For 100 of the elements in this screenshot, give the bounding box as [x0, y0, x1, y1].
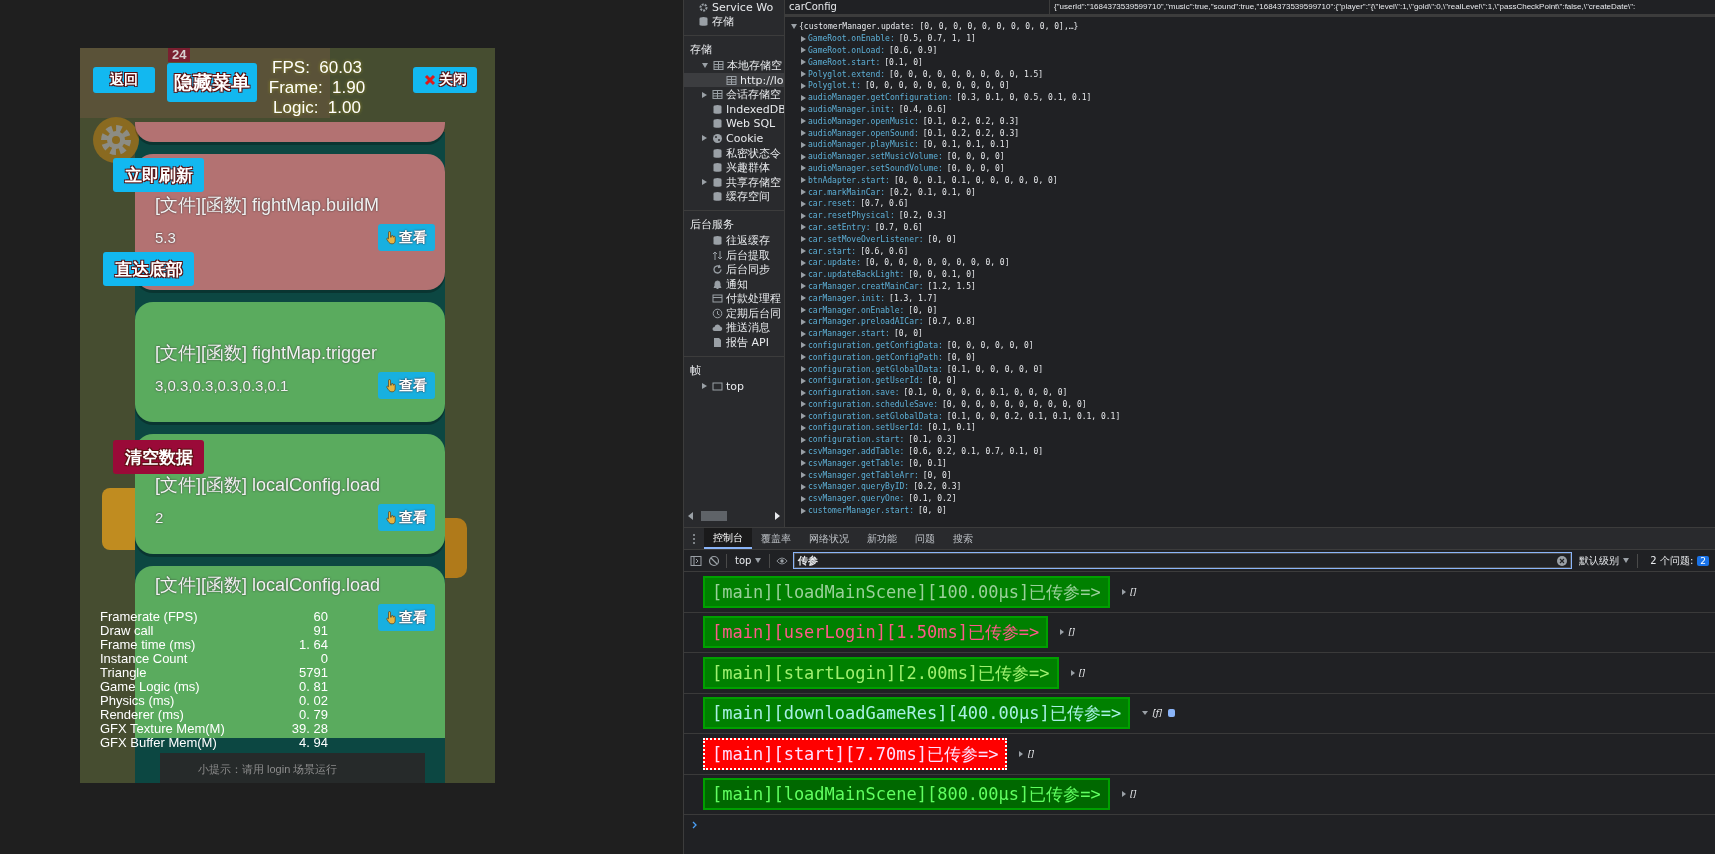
filter-field[interactable]: 传参 — [794, 553, 1572, 568]
expand-arrow-icon[interactable] — [801, 472, 806, 479]
sidebar-item[interactable]: 本地存储空 — [684, 58, 784, 73]
clear-console-icon[interactable] — [708, 554, 720, 567]
expand-arrow-icon[interactable] — [801, 342, 806, 349]
expand-arrow-icon[interactable] — [801, 189, 806, 196]
sidebar-item[interactable]: 私密状态令 — [684, 145, 784, 161]
sidebar-item[interactable]: 后台提取 — [684, 247, 784, 263]
expand-arrow-icon[interactable] — [801, 389, 806, 396]
expand-arrow-icon[interactable] — [801, 82, 806, 89]
expand-arrow-icon[interactable] — [801, 307, 806, 313]
expand-arrow-icon[interactable] — [801, 436, 806, 443]
expand-arrow-icon[interactable] — [801, 212, 806, 219]
perf-readout: Logic: 1.00 — [273, 98, 361, 118]
expand-arrow-icon[interactable] — [702, 63, 708, 68]
expand-arrow-icon[interactable] — [801, 366, 806, 372]
sidebar-item[interactable]: 兴趣群体 — [684, 160, 784, 175]
array-preview[interactable]: [] — [1027, 748, 1035, 759]
info-icon[interactable] — [1168, 709, 1176, 718]
expand-arrow-icon[interactable] — [801, 177, 806, 184]
expand-arrow-icon[interactable] — [801, 318, 806, 325]
drawer-tab[interactable]: 搜索 — [944, 528, 982, 549]
array-preview[interactable]: [] — [1078, 667, 1086, 678]
sidebar-item[interactable]: 报告 API — [684, 335, 784, 350]
drawer-tab[interactable]: 网络状况 — [800, 528, 858, 549]
expand-arrow-icon[interactable] — [702, 91, 707, 98]
expand-arrow-icon[interactable] — [801, 295, 806, 302]
expand-arrow-icon[interactable] — [801, 460, 806, 467]
drawer-tab[interactable]: 问题 — [906, 528, 944, 549]
expand-arrow-icon[interactable] — [801, 271, 806, 278]
expand-arrow-icon[interactable] — [1070, 669, 1075, 676]
expand-arrow-icon[interactable] — [801, 47, 806, 54]
expand-arrow-icon[interactable] — [801, 259, 806, 266]
sidebar-item[interactable]: 推送消息 — [684, 320, 784, 336]
prompt-chevron-icon[interactable] — [692, 821, 698, 829]
expand-arrow-icon[interactable] — [801, 425, 806, 431]
sidebar-item[interactable]: Web SQL — [684, 116, 784, 132]
expand-arrow-icon[interactable] — [702, 179, 707, 186]
expand-arrow-icon[interactable] — [801, 165, 806, 172]
expand-arrow-icon[interactable] — [1142, 711, 1149, 716]
array-preview[interactable]: [] — [1129, 789, 1137, 800]
expand-arrow-icon[interactable] — [801, 483, 806, 490]
expand-arrow-icon[interactable] — [801, 35, 806, 42]
expand-arrow-icon[interactable] — [801, 283, 806, 290]
sidebar-item[interactable]: Cookie — [684, 131, 784, 146]
expand-arrow-icon[interactable] — [1060, 629, 1065, 636]
drawer-tab[interactable]: 新功能 — [858, 528, 906, 549]
expand-arrow-icon[interactable] — [1121, 791, 1126, 798]
sidebar-item[interactable]: 缓存空间 — [684, 189, 784, 205]
expand-arrow-icon[interactable] — [801, 248, 806, 255]
expand-arrow-icon[interactable] — [801, 448, 806, 455]
expand-arrow-icon[interactable] — [702, 383, 707, 390]
context-dropdown[interactable]: top — [733, 555, 764, 566]
issues-button[interactable]: 2 个问题: 2 — [1644, 552, 1715, 569]
expand-arrow-icon[interactable] — [801, 507, 806, 514]
sidebar-item[interactable]: http://lo — [684, 72, 784, 88]
expand-arrow-icon[interactable] — [801, 377, 806, 384]
gear-icon[interactable] — [93, 117, 139, 163]
expand-arrow-icon[interactable] — [801, 71, 806, 78]
expand-arrow-icon[interactable] — [801, 94, 806, 101]
log-level-dropdown[interactable]: 默认级别 — [1577, 553, 1632, 568]
sidebar-item[interactable]: Service Wo — [684, 0, 784, 15]
sidebar-item[interactable]: 存储 — [684, 14, 784, 30]
expand-arrow-icon[interactable] — [801, 401, 806, 408]
expand-arrow-icon[interactable] — [1019, 750, 1024, 757]
expand-arrow-icon[interactable] — [801, 200, 806, 207]
property-key: car.resetPhysical: — [808, 211, 895, 221]
sidebar-item[interactable]: top — [684, 378, 784, 394]
sidebar-item[interactable]: 付款处理程 — [684, 291, 784, 307]
expand-arrow-icon[interactable] — [801, 118, 806, 125]
array-preview[interactable]: [] — [1129, 586, 1137, 597]
expand-arrow-icon[interactable] — [801, 413, 806, 420]
expand-arrow-icon[interactable] — [1121, 588, 1126, 595]
expand-arrow-icon[interactable] — [801, 495, 806, 502]
expand-arrow-icon[interactable] — [801, 130, 806, 137]
sidebar-toggle-icon[interactable] — [690, 554, 702, 567]
sidebar-item[interactable]: 共享存储空 — [684, 174, 784, 190]
array-preview[interactable]: [] — [1068, 627, 1076, 638]
expand-arrow-icon[interactable] — [702, 135, 707, 142]
expand-arrow-icon[interactable] — [801, 59, 806, 66]
sidebar-item[interactable]: 通知 — [684, 276, 784, 292]
clear-icon[interactable] — [1557, 555, 1568, 566]
expand-arrow-icon[interactable] — [791, 24, 797, 30]
drawer-tab[interactable]: 覆盖率 — [752, 528, 800, 549]
sidebar-item[interactable]: 会话存储空 — [684, 87, 784, 102]
more-options-icon[interactable] — [692, 532, 696, 545]
expand-arrow-icon[interactable] — [801, 106, 806, 113]
action-button[interactable]: 清空数据 — [113, 440, 204, 474]
expand-arrow-icon[interactable] — [801, 354, 806, 361]
expand-arrow-icon[interactable] — [801, 224, 806, 231]
sidebar-item[interactable]: 后台同步 — [684, 262, 784, 277]
expand-arrow-icon[interactable] — [801, 330, 806, 337]
sidebar-item[interactable]: 往返缓存 — [684, 233, 784, 248]
expand-arrow-icon[interactable] — [801, 141, 806, 148]
array-preview[interactable]: [ƒ] — [1152, 708, 1163, 719]
eye-icon[interactable] — [776, 554, 789, 567]
expand-arrow-icon[interactable] — [801, 236, 806, 243]
expand-arrow-icon[interactable] — [801, 153, 806, 160]
drawer-tab[interactable]: 控制台 — [704, 528, 752, 549]
sidebar-item[interactable]: 定期后台同 — [684, 306, 784, 321]
